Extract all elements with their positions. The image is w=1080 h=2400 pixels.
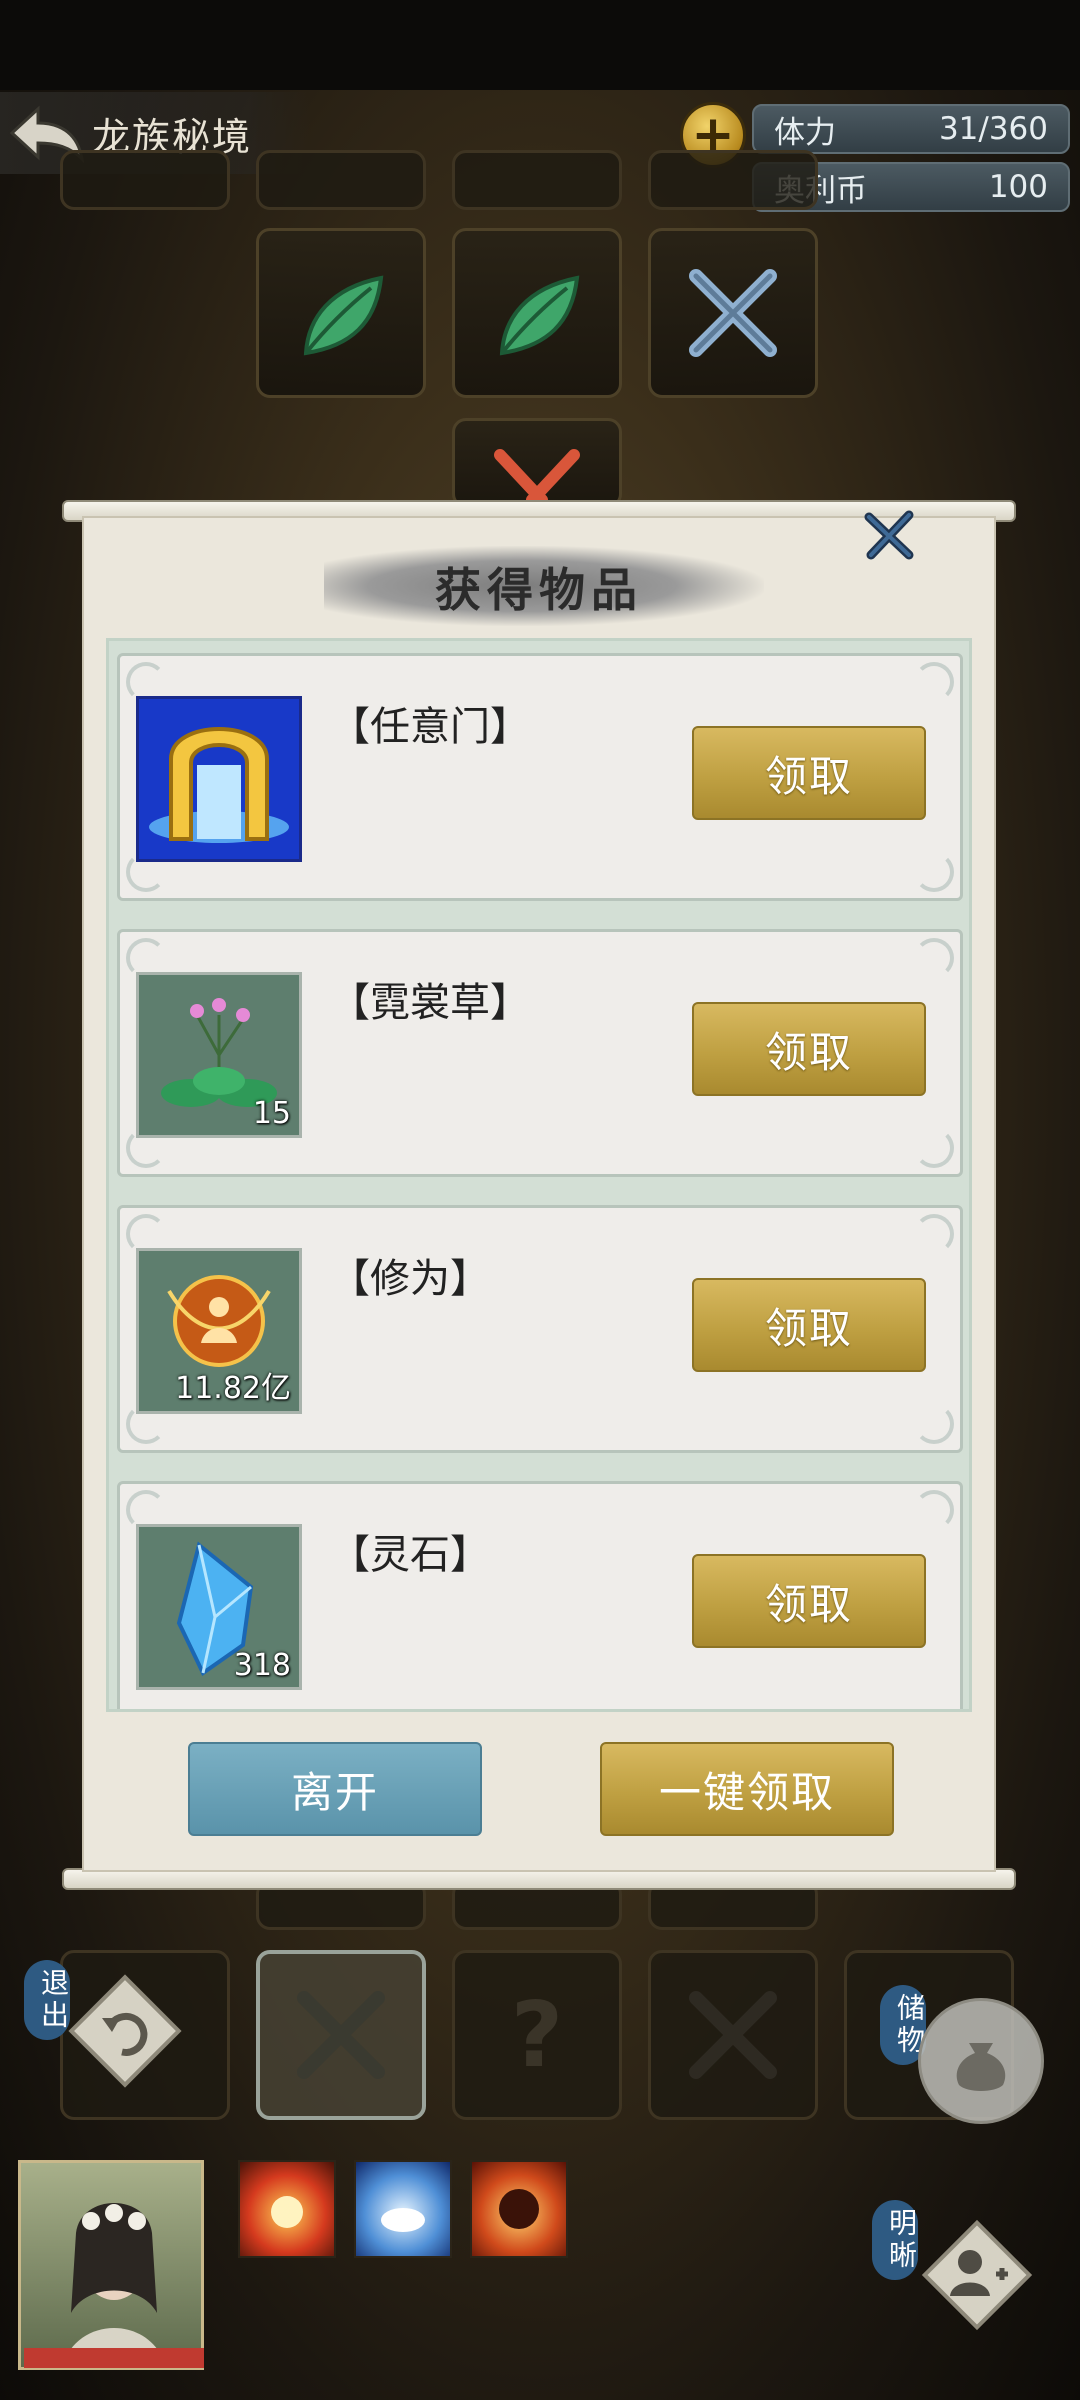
leaf-icon [499, 275, 580, 356]
board-tile-unknown[interactable]: ? [452, 1950, 622, 2120]
corner-ornament [914, 852, 954, 892]
leaf-icon [303, 275, 384, 356]
question-icon: ? [510, 1982, 564, 2088]
board-tile-battle[interactable] [648, 228, 818, 398]
skill-slot-fire[interactable] [238, 2160, 336, 2258]
crossed-swords-icon [297, 1991, 385, 2079]
herb-flower-icon: 15 [136, 972, 302, 1138]
item-name: 【霓裳草】 [330, 980, 530, 1026]
board-tile[interactable] [648, 150, 818, 210]
stamina-display: 体力 31/360 [752, 104, 1070, 154]
list-item: 318 【灵石】 领取 [117, 1481, 963, 1709]
character-portrait-icon [62, 2203, 166, 2367]
clarity-button[interactable] [912, 2210, 1042, 2340]
fire-skill-icon [271, 2196, 303, 2228]
claim-button[interactable]: 领取 [692, 1554, 926, 1648]
close-button[interactable] [854, 500, 924, 570]
list-item: 15 【霓裳草】 领取 [117, 929, 963, 1177]
scroll-rod-bottom [62, 1868, 1016, 1890]
claim-button[interactable]: 领取 [692, 1002, 926, 1096]
bag-icon [956, 2043, 1006, 2091]
close-icon [864, 510, 914, 560]
status-band [0, 0, 1080, 90]
item-count: 11.82亿 [175, 1371, 291, 1406]
storage-button[interactable] [918, 1998, 1044, 2124]
crossed-swords-icon [689, 1991, 777, 2079]
golden-gate-icon [136, 696, 302, 862]
water-skill-icon [381, 2208, 425, 2232]
list-item: 【任意门】 领取 [117, 653, 963, 901]
orb-skill-icon [499, 2189, 539, 2229]
claim-button[interactable]: 领取 [692, 726, 926, 820]
stamina-label: 体力 [774, 114, 836, 151]
board-tile[interactable] [60, 150, 230, 210]
claim-all-button[interactable]: 一键领取 [600, 1742, 894, 1836]
item-count: 318 [233, 1648, 291, 1683]
skill-slot-orb[interactable] [470, 2160, 568, 2258]
board-tile-herb[interactable] [256, 228, 426, 398]
corner-ornament [914, 1404, 954, 1444]
reward-list[interactable]: 【任意门】 领取 15 【霓裳草】 领取 11.82亿 【修为】 领取 318 … [106, 638, 972, 1712]
corner-ornament [914, 1214, 954, 1254]
item-name: 【任意门】 [330, 704, 530, 750]
avatar[interactable] [18, 2160, 204, 2370]
board-tile[interactable] [452, 150, 622, 210]
corner-ornament [914, 938, 954, 978]
board-tile[interactable] [256, 150, 426, 210]
person-plus-icon [921, 2219, 1033, 2331]
health-bar [24, 2348, 204, 2368]
corner-ornament [914, 1490, 954, 1530]
corner-ornament [914, 662, 954, 702]
item-name: 【修为】 [330, 1256, 490, 1302]
board-tile-battle[interactable] [648, 1950, 818, 2120]
coin-value: 100 [988, 169, 1048, 205]
stamina-value: 31/360 [938, 111, 1048, 147]
crossed-swords-icon [689, 269, 777, 357]
spirit-crystal-icon: 318 [136, 1524, 302, 1690]
undo-icon [68, 1974, 182, 2088]
red-swords-icon [494, 449, 580, 505]
board-tile-battle-red[interactable] [452, 418, 622, 508]
corner-ornament [914, 1128, 954, 1168]
list-item: 11.82亿 【修为】 领取 [117, 1205, 963, 1453]
cultivation-orb-icon: 11.82亿 [136, 1248, 302, 1414]
item-count: 15 [252, 1096, 291, 1131]
reward-dialog: 获得物品 【任意门】 领取 15 【霓裳草】 领取 11.82亿 【修为】 领取… [84, 518, 994, 1870]
leave-button[interactable]: 离开 [188, 1742, 482, 1836]
skill-slot-water[interactable] [354, 2160, 452, 2258]
claim-button[interactable]: 领取 [692, 1278, 926, 1372]
exit-button[interactable] [62, 1968, 188, 2094]
board-tile-herb[interactable] [452, 228, 622, 398]
item-name: 【灵石】 [330, 1532, 490, 1578]
board-tile-current[interactable] [256, 1950, 426, 2120]
